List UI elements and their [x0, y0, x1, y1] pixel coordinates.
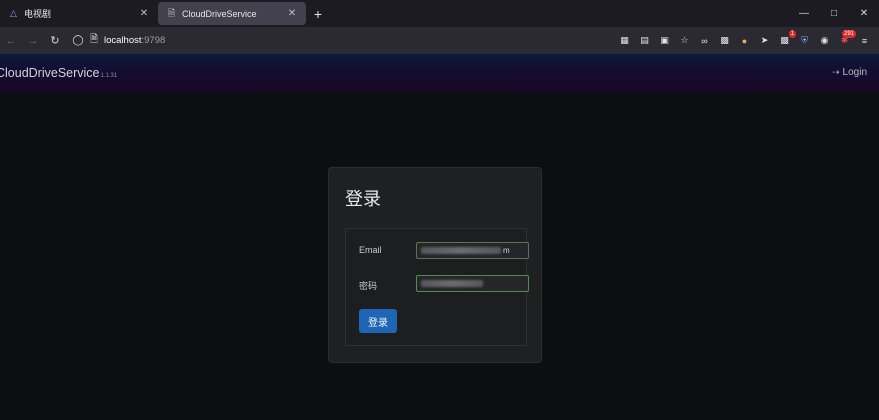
- shield-icon[interactable]: ◯: [70, 35, 86, 46]
- count-extension-icon[interactable]: ✱ 291: [836, 30, 856, 49]
- new-tab-button[interactable]: +: [306, 0, 330, 27]
- brand[interactable]: CloudDriveService1.1.31: [0, 66, 117, 80]
- redacted-password: [421, 280, 483, 287]
- app-header: CloudDriveService1.1.31 ⇢ Login: [0, 54, 879, 92]
- infinity-icon[interactable]: ∞: [696, 32, 713, 49]
- email-label: Email: [359, 245, 382, 255]
- count-badge: 291: [841, 30, 856, 38]
- minimize-icon[interactable]: —: [789, 0, 819, 27]
- maximize-icon[interactable]: □: [819, 0, 849, 27]
- close-icon[interactable]: ✕: [138, 8, 150, 19]
- password-field[interactable]: [416, 275, 529, 292]
- ublock-icon[interactable]: ⛨: [796, 32, 813, 49]
- reader-view-icon[interactable]: ▤: [636, 32, 653, 49]
- arrow-extension-icon[interactable]: ➤: [756, 32, 773, 49]
- back-icon[interactable]: ←: [0, 35, 22, 47]
- close-icon[interactable]: ✕: [286, 8, 298, 19]
- tab-title: 电视剧: [24, 9, 52, 19]
- tab-title: CloudDriveService: [182, 8, 257, 19]
- redacted-email: [421, 247, 501, 254]
- triangle-logo-icon: △: [10, 8, 17, 18]
- browser-tab-bar: △ 电视剧 ✕ 🗎 CloudDriveService ✕ + — □ ✕: [0, 0, 879, 27]
- browser-nav-bar: ← → ↻ ◯ 🗎 localhost:9798 ▦ ▤ ▣ ☆ ∞ ▩ ● ➤…: [0, 27, 879, 54]
- toolbar-icons: ▦ ▤ ▣ ☆ ∞ ▩ ● ➤ ▩ 1 ⛨ ◉ ✱ 291 ≡: [613, 27, 873, 54]
- bookmark-star-icon[interactable]: ☆: [676, 32, 693, 49]
- window-controls: — □ ✕: [789, 0, 879, 27]
- login-link[interactable]: ⇢ Login: [832, 67, 867, 78]
- cookie-icon[interactable]: ●: [736, 32, 753, 49]
- extension-badge-icon[interactable]: ▩ 1: [776, 30, 796, 49]
- login-label: Login: [842, 67, 867, 78]
- close-window-icon[interactable]: ✕: [849, 0, 879, 27]
- login-button[interactable]: 登录: [359, 309, 397, 333]
- email-field[interactable]: m: [416, 242, 529, 259]
- login-form: Email m 密码 登录: [345, 228, 529, 346]
- brand-name: CloudDriveService: [0, 66, 100, 80]
- picture-icon[interactable]: ▣: [656, 32, 673, 49]
- extension-box-icon[interactable]: ▩: [716, 32, 733, 49]
- browser-tab-clouddrive[interactable]: 🗎 CloudDriveService ✕: [158, 2, 306, 25]
- login-card: 登录 Email m 密码 登录: [328, 167, 542, 363]
- page-info-icon[interactable]: 🗎: [86, 32, 102, 49]
- circle-extension-icon[interactable]: ◉: [816, 32, 833, 49]
- menu-icon[interactable]: ≡: [856, 32, 873, 49]
- extension-badge: 1: [788, 30, 796, 38]
- address-bar[interactable]: ◯ 🗎 localhost:9798: [70, 31, 165, 51]
- browser-tab-tv[interactable]: △ 电视剧 ✕: [0, 0, 158, 27]
- url-text[interactable]: localhost:9798: [104, 35, 165, 46]
- version-label: 1.1.31: [100, 73, 118, 79]
- document-icon: 🗎: [167, 7, 176, 18]
- reload-icon[interactable]: ↻: [44, 34, 66, 47]
- login-title: 登录: [345, 189, 381, 210]
- email-value-tail: m: [503, 246, 510, 255]
- login-icon: ⇢: [831, 67, 840, 77]
- password-label: 密码: [359, 281, 378, 291]
- forward-icon[interactable]: →: [22, 35, 44, 47]
- translate-icon[interactable]: ▦: [616, 32, 633, 49]
